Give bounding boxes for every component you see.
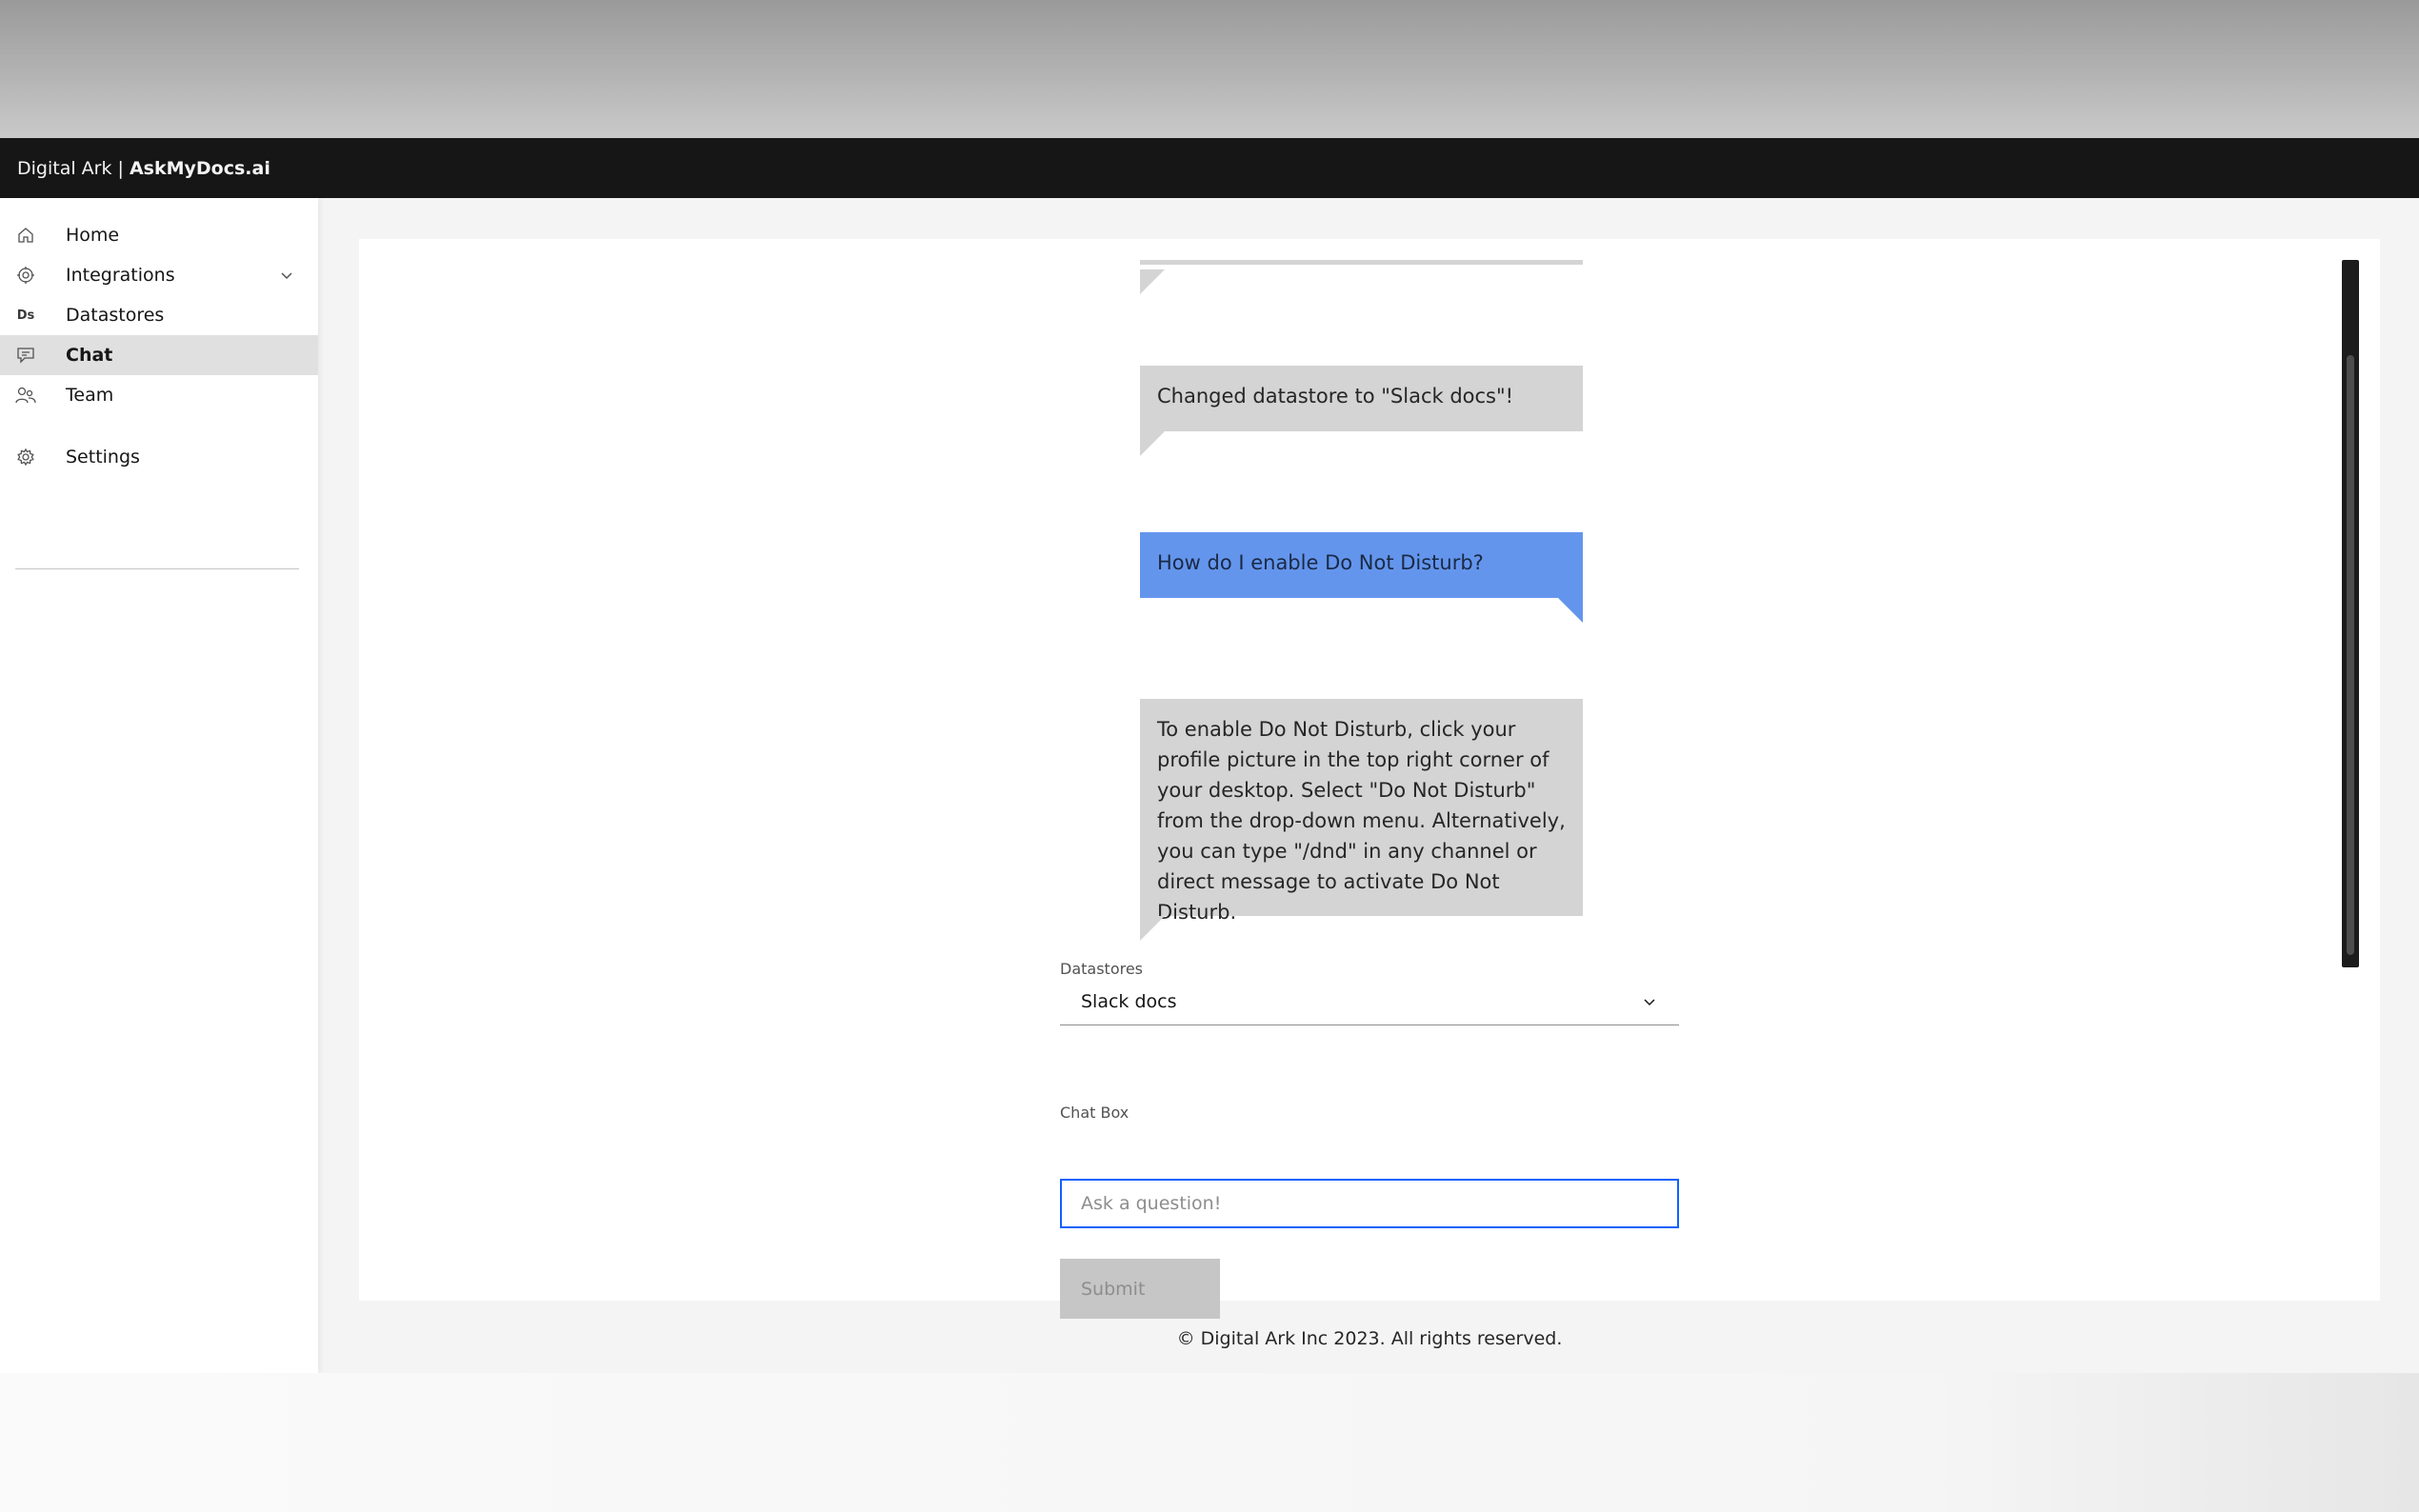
sidebar-item-label: Chat	[66, 345, 113, 366]
message-text: How do I enable Do Not Disturb?	[1157, 551, 1484, 574]
sidebar-item-team[interactable]: Team	[0, 375, 318, 415]
bubble-tail	[1140, 916, 1165, 941]
datastores-icon: Ds	[16, 308, 35, 323]
message-text: To enable Do Not Disturb, click your pro…	[1157, 718, 1566, 924]
chevron-down-icon[interactable]	[278, 267, 295, 284]
chat-message-bot: To enable Do Not Disturb, click your pro…	[1140, 699, 1583, 941]
sidebar-item-datastores[interactable]: Ds Datastores	[0, 295, 318, 335]
bubble-tail	[1558, 598, 1583, 623]
datastores-label: Datastores	[1060, 960, 1144, 978]
footer-copyright: © Digital Ark Inc 2023. All rights reser…	[1176, 1328, 1563, 1349]
message-text: Changed datastore to "Slack docs"!	[1157, 385, 1514, 408]
home-icon	[15, 225, 36, 246]
chat-icon	[15, 345, 36, 366]
window-bezel-bottom	[0, 1373, 2419, 1512]
sidebar-item-home[interactable]: Home	[0, 215, 318, 255]
brand[interactable]: Digital Ark | AskMyDocs.ai	[17, 158, 270, 179]
sidebar-item-label: Datastores	[66, 305, 165, 326]
datastores-selected-value: Slack docs	[1081, 990, 1177, 1012]
integrations-icon	[15, 265, 36, 286]
top-header: Digital Ark | AskMyDocs.ai	[0, 138, 2419, 198]
bubble-tail	[1140, 431, 1165, 456]
chat-scrollbar-thumb[interactable]	[2347, 355, 2354, 955]
brand-prefix: Digital Ark |	[17, 157, 130, 179]
sidebar-divider	[15, 568, 299, 569]
chat-panel: Changed datastore to "Slack docs"! How d…	[359, 239, 2380, 1319]
sidebar-item-settings[interactable]: Settings	[0, 437, 318, 477]
app-window: Digital Ark | AskMyDocs.ai Home Integrat…	[0, 138, 2419, 1373]
window-bezel-top	[0, 0, 2419, 138]
bubble-tail	[1140, 269, 1165, 294]
chat-message-user: How do I enable Do Not Disturb?	[1140, 532, 1583, 623]
chat-input[interactable]	[1060, 1179, 1679, 1228]
sidebar-item-label: Team	[66, 385, 114, 406]
sidebar-item-integrations[interactable]: Integrations	[0, 255, 318, 295]
brand-name: AskMyDocs.ai	[129, 157, 270, 179]
sidebar-item-chat[interactable]: Chat	[0, 335, 318, 375]
gear-icon	[15, 447, 36, 468]
submit-button[interactable]: Submit	[1060, 1259, 1220, 1319]
chat-message-bot: Changed datastore to "Slack docs"!	[1140, 366, 1583, 456]
sidebar-item-label: Home	[66, 225, 120, 246]
team-icon	[15, 385, 36, 406]
chatbox-label: Chat Box	[1060, 1104, 1130, 1122]
sidebar-item-label: Integrations	[66, 265, 175, 286]
chat-scrollbar[interactable]	[2342, 260, 2359, 967]
chat-message-bot	[1140, 260, 1583, 294]
sidebar: Home Integrations Ds Datastores Chat Tea…	[0, 198, 318, 1373]
datastores-select[interactable]: Slack docs	[1060, 978, 1679, 1025]
chevron-down-icon	[1641, 993, 1658, 1010]
sidebar-item-label: Settings	[66, 447, 140, 468]
